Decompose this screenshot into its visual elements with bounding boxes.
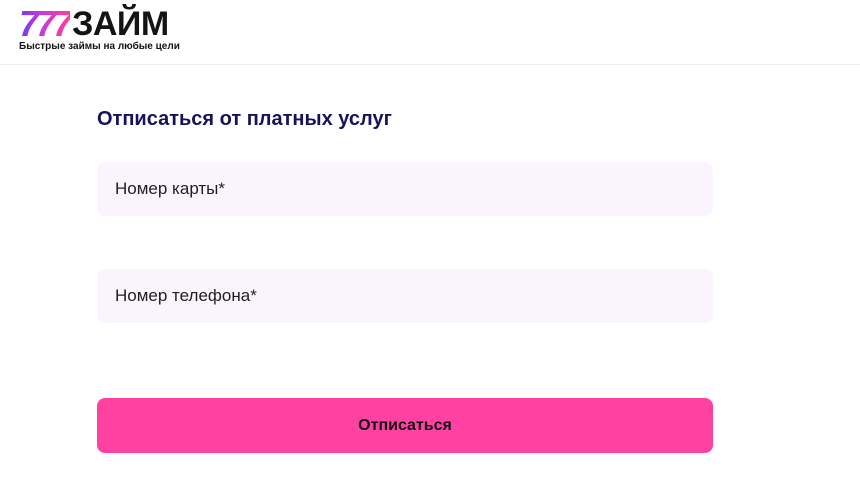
card-number-field[interactable]: Номер карты* xyxy=(97,162,713,216)
card-number-label: Номер карты* xyxy=(115,179,226,198)
phone-number-label: Номер телефона* xyxy=(115,286,257,305)
page-title: Отписаться от платных услуг xyxy=(97,108,392,130)
logo-digits: 777 xyxy=(19,3,73,44)
phone-number-field[interactable]: Номер телефона* xyxy=(97,269,713,323)
logo-mark: 777 ЗАЙМ xyxy=(19,3,169,44)
logo-word: ЗАЙМ xyxy=(72,5,169,43)
logo-tagline: Быстрые займы на любые цели xyxy=(19,41,180,52)
brand-logo[interactable]: 777 ЗАЙМ Быстрые займы на любые цели xyxy=(19,3,189,57)
unsubscribe-button[interactable]: Отписаться xyxy=(97,398,713,453)
site-header: 777 ЗАЙМ Быстрые займы на любые цели xyxy=(0,0,860,65)
